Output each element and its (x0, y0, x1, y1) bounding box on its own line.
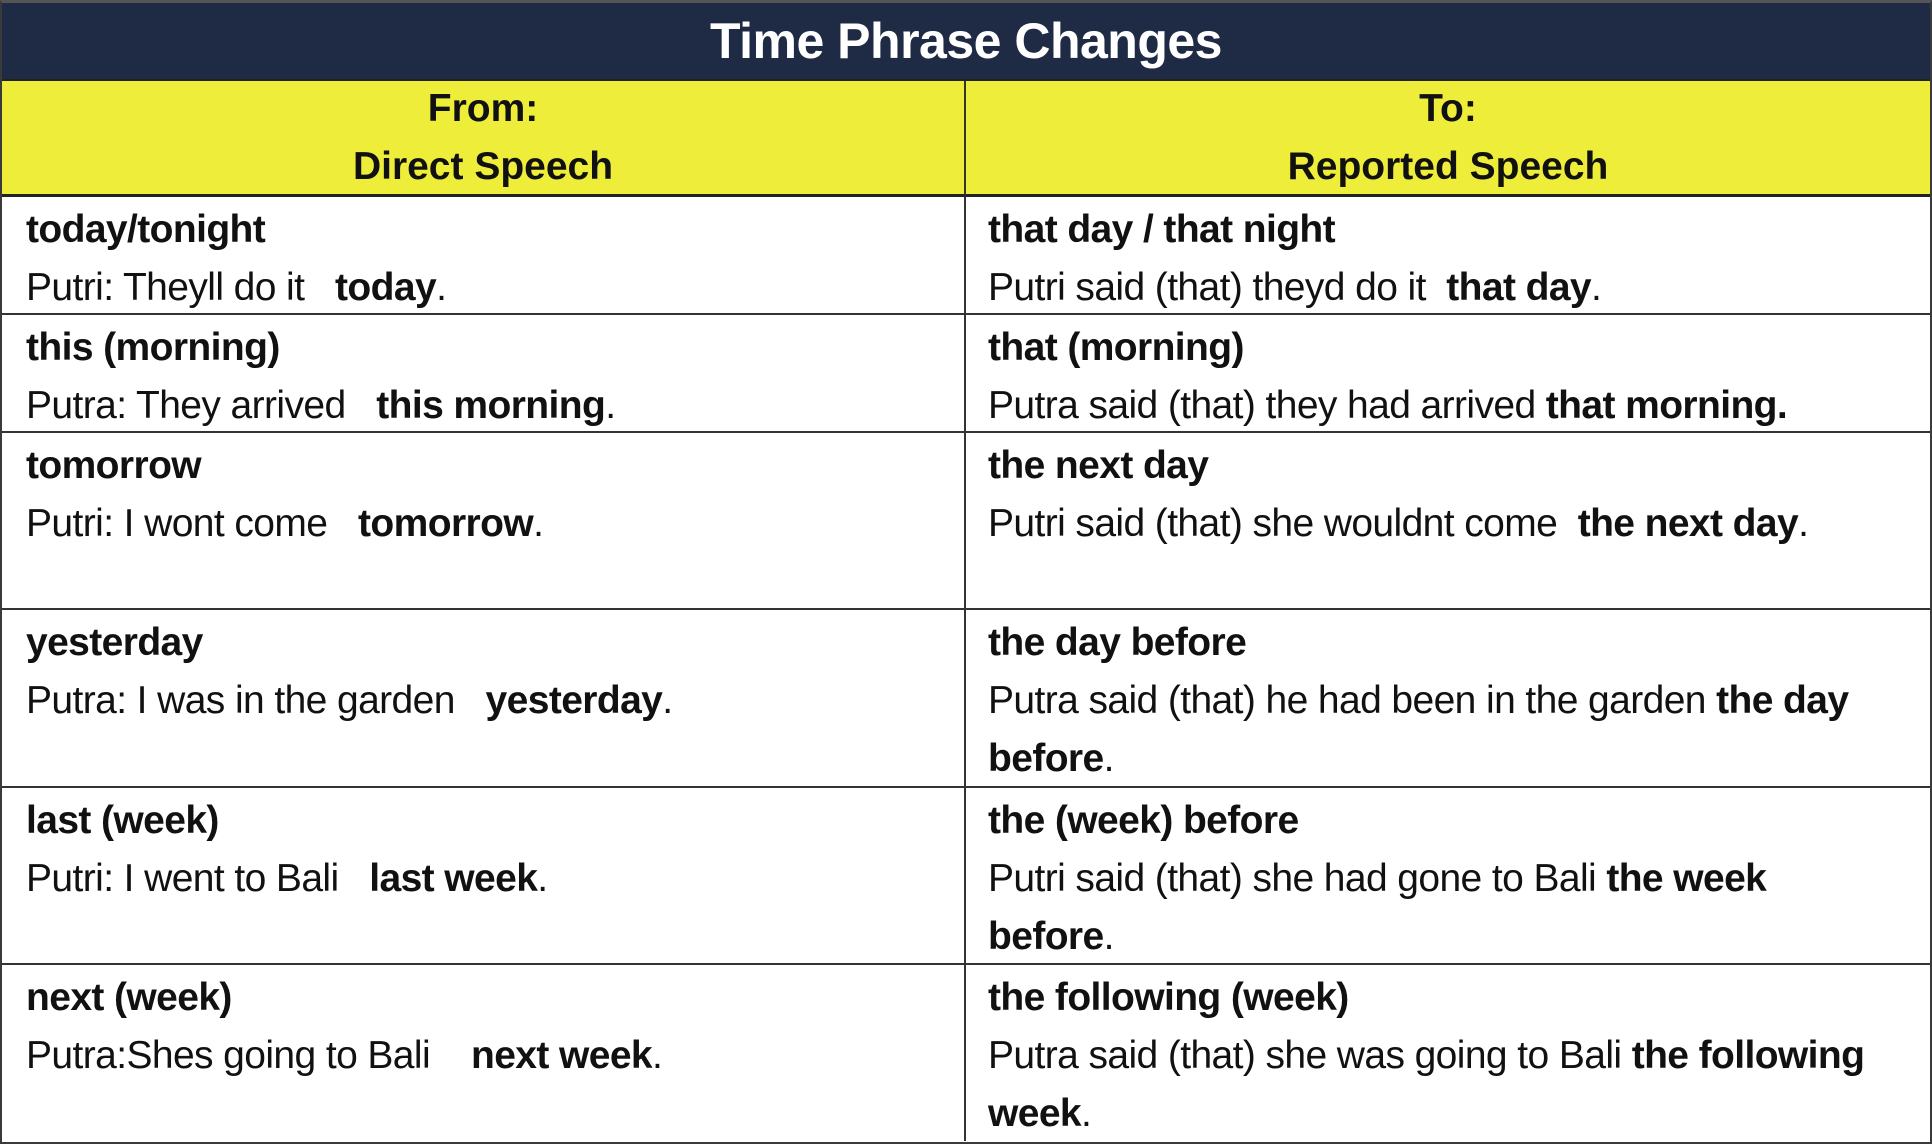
direct-phrase: next (week) (26, 976, 232, 1019)
example-text: Putra:Shes going to Bali (26, 1034, 471, 1077)
direct-example: Putri: I wont come tomorrow. (26, 495, 942, 553)
table-row-3-from: tomorrow Putri: I wont come tomorrow. (2, 433, 966, 610)
example-end: . (1591, 266, 1602, 309)
direct-example: Putri: Theyll do it today. (26, 259, 942, 317)
example-end: . (1081, 1092, 1092, 1135)
example-end: . (662, 679, 673, 722)
reported-example: Putra said (that) they had arrived that … (988, 377, 1900, 435)
example-end: . (1103, 915, 1115, 958)
example-highlight: last week (369, 857, 538, 900)
direct-phrase: yesterday (26, 621, 203, 664)
example-text: Putra said (that) he had been in the gar… (988, 679, 1717, 722)
direct-example: Putri: I went to Bali last week. (26, 850, 942, 908)
reported-phrase: that day / that night (988, 208, 1336, 251)
example-text: Putra: I was in the garden (26, 679, 486, 722)
header-from: From: Direct Speech (2, 81, 966, 197)
reported-example: Putra said (that) he had been in the gar… (988, 672, 1900, 788)
table-row-2-to: that (morning) Putra said (that) they ha… (966, 315, 1930, 433)
table-row-6-from: next (week) Putra:Shes going to Bali nex… (2, 965, 966, 1141)
reported-phrase: the following (week) (988, 976, 1349, 1019)
reported-example: Putri said (that) she had gone to Bali t… (988, 850, 1900, 966)
table-row-4-to: the day before Putra said (that) he had … (966, 610, 1930, 788)
reported-phrase: the (week) before (988, 799, 1299, 842)
reported-example: Putra said (that) she was going to Bali … (988, 1027, 1900, 1143)
example-text: Putri said (that) she had gone to Bali (988, 857, 1607, 900)
example-end: . (1103, 737, 1115, 780)
table-row-1-from: today/tonight Putri: Theyll do it today. (2, 197, 966, 315)
table-row-3-to: the next day Putri said (that) she would… (966, 433, 1930, 610)
example-end: . (537, 857, 548, 900)
header-from-label: From: (427, 86, 539, 130)
example-highlight: tomorrow (358, 502, 534, 545)
direct-example: Putra: They arrived this morning. (26, 377, 942, 435)
example-end: . (1798, 502, 1809, 545)
direct-phrase: last (week) (26, 799, 219, 842)
example-highlight: that morning. (1545, 384, 1788, 427)
example-text: Putra: They arrived (26, 384, 377, 427)
header-reported-speech: Reported Speech (1287, 144, 1609, 188)
direct-example: Putra:Shes going to Bali next week. (26, 1027, 942, 1085)
example-text: Putri said (that) theyd do it (988, 266, 1447, 309)
direct-phrase: tomorrow (26, 444, 202, 487)
example-text: Putri said (that) she wouldnt come (988, 502, 1578, 545)
example-end: . (533, 502, 544, 545)
table-row-2-from: this (morning) Putra: They arrived this … (2, 315, 966, 433)
example-text: Putra said (that) she was going to Bali (988, 1034, 1632, 1077)
example-highlight: this morning (376, 384, 606, 427)
example-highlight: that day (1446, 266, 1592, 309)
table-row-5-from: last (week) Putri: I went to Bali last w… (2, 788, 966, 965)
time-phrase-table: Time Phrase Changes From: Direct Speech … (0, 0, 1932, 1144)
example-text: Putri: I wont come (26, 502, 359, 545)
reported-example: Putri said (that) theyd do it that day. (988, 259, 1900, 317)
example-text: Putri: Theyll do it (26, 266, 336, 309)
table-row-1-to: that day / that night Putri said (that) … (966, 197, 1930, 315)
example-highlight: the next day (1577, 502, 1799, 545)
direct-phrase: today/tonight (26, 208, 266, 251)
example-end: . (605, 384, 616, 427)
table-row-4-from: yesterday Putra: I was in the garden yes… (2, 610, 966, 788)
reported-example: Putri said (that) she wouldnt come the n… (988, 495, 1900, 553)
example-end: . (652, 1034, 663, 1077)
direct-example: Putra: I was in the garden yesterday. (26, 672, 942, 730)
example-text: Putra said (that) they had arrived (988, 384, 1546, 427)
table-row-6-to: the following (week) Putra said (that) s… (966, 965, 1930, 1141)
direct-phrase: this (morning) (26, 326, 280, 369)
table-row-5-to: the (week) before Putri said (that) she … (966, 788, 1930, 965)
reported-phrase: the next day (988, 444, 1209, 487)
table-title: Time Phrase Changes (2, 3, 1930, 81)
example-end: . (436, 266, 447, 309)
header-to-label: To: (1419, 86, 1477, 130)
reported-phrase: the day before (988, 621, 1247, 664)
example-highlight: today (335, 266, 437, 309)
reported-phrase: that (morning) (988, 326, 1244, 369)
header-to: To: Reported Speech (966, 81, 1930, 197)
table-grid: From: Direct Speech To: Reported Speech … (2, 81, 1930, 1141)
header-direct-speech: Direct Speech (352, 144, 614, 188)
example-highlight: next week (470, 1034, 653, 1077)
example-highlight: yesterday (485, 679, 663, 722)
example-text: Putri: I went to Bali (26, 857, 370, 900)
